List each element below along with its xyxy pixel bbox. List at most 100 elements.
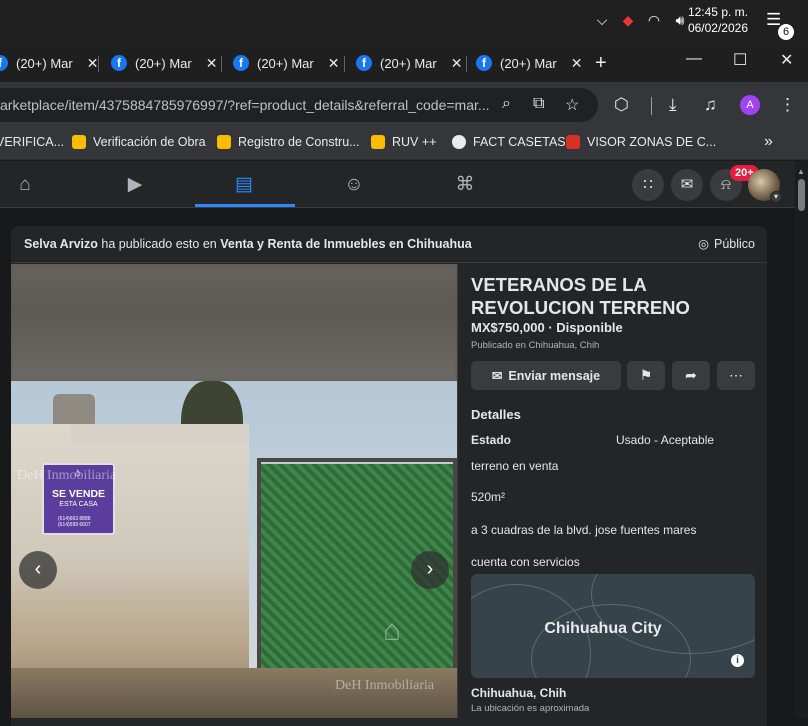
listing-details-panel: VETERANOS DE LA REVOLUCION TERRENO MX$75… [457, 264, 767, 718]
profile-avatar[interactable]: A [740, 95, 760, 115]
author-link[interactable]: Selva Arvizo [24, 237, 98, 251]
bookmark-star-icon[interactable]: ☆ [565, 95, 579, 115]
facebook-icon: f [0, 55, 8, 71]
previous-photo-button[interactable]: ‹ [19, 551, 57, 589]
tab-divider [344, 56, 345, 72]
groups-icon[interactable]: ☺ [343, 174, 365, 196]
system-clock[interactable]: 12:45 p. m. 06/02/2026 [688, 4, 748, 36]
visibility-label: Público [714, 236, 755, 251]
bookmark-item[interactable]: VERIFICA... [0, 135, 64, 149]
minimize-icon[interactable]: — [686, 50, 702, 68]
browser-tab[interactable]: f (20+) Mar ✕ [476, 50, 582, 76]
media-control-icon[interactable]: ♫ [704, 95, 717, 115]
save-button[interactable]: ⚑ [627, 361, 665, 390]
close-icon[interactable]: ✕ [571, 55, 583, 72]
scroll-thumb[interactable] [798, 179, 805, 211]
bookmark-favicon-icon [217, 135, 231, 149]
messenger-icon: ✉ [491, 369, 503, 383]
close-icon[interactable]: ✕ [206, 55, 218, 72]
share-button[interactable]: ➦ [672, 361, 710, 390]
maximize-icon[interactable]: ☐ [733, 50, 747, 70]
more-dots-icon: ⋯ [729, 367, 743, 383]
map-city-label: Chihuahua City [544, 620, 662, 637]
sign-title: SE VENDE [51, 488, 106, 500]
tab-divider [98, 56, 99, 72]
close-icon[interactable]: ✕ [87, 55, 99, 72]
extensions-icon[interactable]: ⬡ [614, 95, 629, 115]
description-line: 520m² [471, 490, 506, 504]
send-message-button[interactable]: ✉ Enviar mensaje [471, 361, 621, 390]
send-message-label: Enviar mensaje [508, 368, 601, 383]
scroll-up-icon[interactable]: ▲ [797, 167, 805, 176]
close-icon[interactable]: ✕ [328, 55, 340, 72]
watermark-text: DeH Inmobiliaria [335, 678, 435, 693]
browser-tab[interactable]: f (20+) Mar ✕ [111, 50, 217, 76]
location-map[interactable]: Chihuahua City i [471, 574, 755, 678]
clock-date: 06/02/2026 [687, 21, 748, 35]
gaming-icon[interactable]: ⌘ [454, 174, 476, 196]
sign-phone: (614)599 6607 [58, 522, 91, 528]
tab-title: (20+) Mar [257, 55, 314, 71]
sign-phones: (614)663 8888 (614)599 6607 [58, 516, 91, 528]
system-tray: ⌵ ◆ ◠ 🔊︎ [593, 11, 689, 29]
notification-center-button[interactable]: ☰ 6 [766, 10, 794, 40]
menu-kebab-icon[interactable]: ⋮ [779, 95, 796, 115]
new-tab-button[interactable]: + [595, 52, 607, 75]
listing-price: MX$750,000 · Disponible [471, 320, 623, 335]
more-bookmarks-icon[interactable]: » [764, 133, 773, 151]
globe-icon: ◎ [698, 237, 709, 251]
zoom-icon[interactable]: ⌕ [502, 95, 511, 113]
install-app-icon[interactable]: ⧉ [533, 95, 544, 113]
next-photo-button[interactable]: › [411, 551, 449, 589]
url-text[interactable]: arketplace/item/4375884785976997/?ref=pr… [0, 97, 490, 113]
description-line: terreno en venta [471, 459, 559, 473]
notification-count-badge: 6 [778, 24, 794, 40]
window-close-icon[interactable]: ✕ [780, 50, 793, 70]
bookmark-item[interactable]: Verificación de Obra [72, 135, 206, 149]
bookmarks-bar: VERIFICA... Verificación de Obra Registr… [0, 128, 808, 160]
more-options-button[interactable]: ⋯ [717, 361, 755, 390]
tab-title: (20+) Mar [135, 55, 192, 71]
sign-subtitle: ESTA CASA [59, 501, 98, 508]
info-icon[interactable]: i [731, 654, 744, 667]
marketplace-icon[interactable]: ▤ [233, 174, 255, 196]
bookmark-item[interactable]: VISOR ZONAS DE C... [566, 135, 716, 149]
chevron-up-icon[interactable]: ⌵ [593, 11, 611, 29]
tab-title: (20+) Mar [500, 55, 557, 71]
video-icon[interactable]: ▶ [124, 174, 146, 196]
location-name: Chihuahua, Chih [471, 686, 567, 700]
menu-grid-icon[interactable]: ∷ [632, 169, 664, 201]
listing-photo[interactable]: ⌂ SE VENDE ESTA CASA (614)663 8888 (614)… [11, 264, 457, 718]
omnibox[interactable]: arketplace/item/4375884785976997/?ref=pr… [0, 88, 598, 122]
system-taskbar: ⌵ ◆ ◠ 🔊︎ 12:45 p. m. 06/02/2026 ☰ 6 [0, 0, 808, 42]
toolbar-divider [651, 97, 652, 115]
tab-title: (20+) Mar [380, 55, 437, 71]
vpn-shield-icon[interactable]: ◆ [619, 11, 637, 29]
home-icon[interactable]: ⌂ [14, 174, 36, 196]
page-scrollbar[interactable]: ▲ [795, 161, 808, 718]
chevron-down-icon[interactable]: ▾ [770, 191, 782, 203]
facebook-nav-bar: ⌂ ▶ ▤ ☺ ⌘ ∷ ✉ ⍾ 20+ ▾ [0, 161, 795, 208]
browser-tab[interactable]: f (20+) Mar ✕ [233, 50, 339, 76]
tab-title: (20+) Mar [16, 55, 73, 71]
condition-label: Estado [471, 433, 512, 447]
close-icon[interactable]: ✕ [451, 55, 463, 72]
group-link[interactable]: Venta y Renta de Inmuebles en Chihuahua [220, 237, 471, 251]
post-header: Selva Arvizo ha publicado esto en Venta … [11, 226, 767, 263]
condition-value: Usado - Aceptable [616, 433, 715, 447]
facebook-icon: f [233, 55, 249, 71]
browser-toolbar: arketplace/item/4375884785976997/?ref=pr… [0, 82, 808, 128]
messenger-icon[interactable]: ✉ [671, 169, 703, 201]
bookmark-item[interactable]: RUV ++ [371, 135, 436, 149]
bookmark-item[interactable]: FACT CASETAS [452, 135, 566, 149]
download-icon[interactable]: ⤓ [669, 95, 677, 115]
bookmark-favicon-icon [566, 135, 580, 149]
wifi-icon[interactable]: ◠ [645, 11, 663, 29]
bookmark-item[interactable]: Registro de Constru... [217, 135, 360, 149]
browser-tab[interactable]: f (20+) Mar ✕ [0, 50, 98, 76]
browser-tab[interactable]: f (20+) Mar ✕ [356, 50, 462, 76]
volume-icon[interactable]: 🔊︎ [671, 11, 689, 29]
details-heading: Detalles [471, 407, 521, 422]
facebook-icon: f [356, 55, 372, 71]
visibility-indicator: ◎ Público [698, 236, 755, 252]
